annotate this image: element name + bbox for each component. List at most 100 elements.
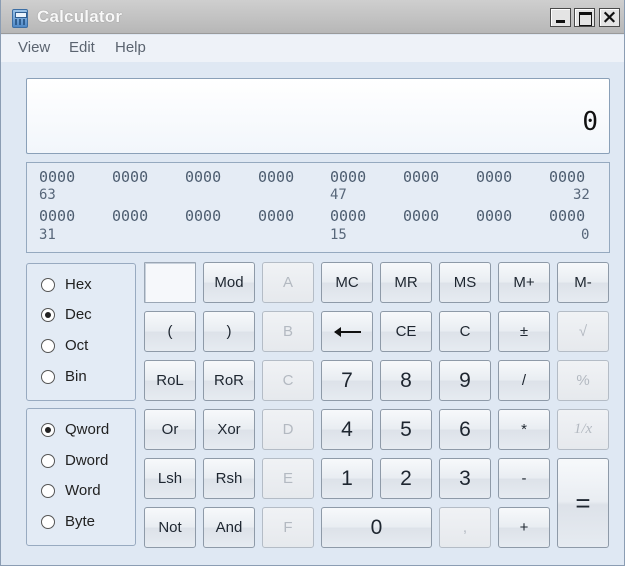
not-key[interactable]: Not [144, 507, 196, 548]
radio-circle[interactable] [41, 515, 55, 529]
memory-add-key[interactable]: M+ [498, 262, 550, 303]
radio-circle[interactable] [41, 278, 55, 292]
divide-key[interactable]: / [498, 360, 550, 401]
digit-9-key[interactable]: 9 [439, 360, 491, 401]
clear-entry-key[interactable]: CE [380, 311, 432, 352]
hex-d-key[interactable]: D [262, 409, 314, 450]
bit-position-label: 0 [581, 227, 590, 243]
radio-circle[interactable] [41, 454, 55, 468]
hex-e-key[interactable]: E [262, 458, 314, 499]
bit-nibble[interactable]: 0000 [330, 168, 366, 186]
bit-position-label: 63 [39, 187, 56, 203]
reciprocal-key[interactable]: 1/x [557, 409, 609, 450]
menu-help[interactable]: Help [115, 39, 146, 56]
hex-c-key[interactable]: C [262, 360, 314, 401]
bit-nibble[interactable]: 0000 [185, 207, 221, 225]
bit-nibble[interactable]: 0000 [403, 207, 439, 225]
radio-label: Qword [65, 421, 110, 438]
radio-label: Oct [65, 337, 89, 354]
bit-nibble[interactable]: 0000 [39, 168, 75, 186]
minimize-button[interactable] [550, 8, 571, 27]
radio-label: Dword [65, 452, 109, 469]
add-key[interactable]: + [498, 507, 550, 548]
open-paren-key[interactable]: ( [144, 311, 196, 352]
bit-position-label: 47 [330, 187, 347, 203]
bit-position-label: 31 [39, 227, 56, 243]
radio-label: Bin [65, 368, 87, 385]
radio-circle-selected[interactable] [41, 423, 55, 437]
close-paren-key[interactable]: ) [203, 311, 255, 352]
hex-f-key[interactable]: F [262, 507, 314, 548]
digit-1-key[interactable]: 1 [321, 458, 373, 499]
negate-key[interactable]: ± [498, 311, 550, 352]
bit-nibble[interactable]: 0000 [549, 207, 585, 225]
result-display: 0 [26, 78, 610, 154]
digit-6-key[interactable]: 6 [439, 409, 491, 450]
clear-key[interactable]: C [439, 311, 491, 352]
memory-store-key[interactable]: MS [439, 262, 491, 303]
digit-2-key[interactable]: 2 [380, 458, 432, 499]
word-size-group: Qword Dword Word Byte [26, 408, 136, 546]
bit-nibble[interactable]: 0000 [112, 168, 148, 186]
close-button[interactable]: × [599, 6, 620, 28]
maximize-button[interactable] [574, 8, 595, 27]
subtract-key[interactable]: - [498, 458, 550, 499]
calculator-window: Calculator × View Edit Help 0 0000 0000 … [0, 0, 625, 566]
title-bar[interactable]: Calculator × [1, 0, 624, 34]
right-shift-key[interactable]: Rsh [203, 458, 255, 499]
number-base-group: Hex Dec Oct Bin [26, 263, 136, 401]
or-key[interactable]: Or [144, 409, 196, 450]
menu-edit[interactable]: Edit [69, 39, 95, 56]
digit-8-key[interactable]: 8 [380, 360, 432, 401]
digit-5-key[interactable]: 5 [380, 409, 432, 450]
menu-view[interactable]: View [18, 39, 50, 56]
digit-7-key[interactable]: 7 [321, 360, 373, 401]
radio-label: Hex [65, 276, 92, 293]
square-root-key[interactable]: √ [557, 311, 609, 352]
bit-display: 0000 0000 0000 0000 0000 0000 0000 0000 … [26, 162, 610, 253]
bit-nibble[interactable]: 0000 [39, 207, 75, 225]
radio-label: Dec [65, 306, 92, 323]
bit-position-label: 15 [330, 227, 347, 243]
xor-key[interactable]: Xor [203, 409, 255, 450]
bit-nibble[interactable]: 0000 [258, 168, 294, 186]
blank-key [144, 262, 196, 303]
bit-nibble[interactable]: 0000 [330, 207, 366, 225]
radio-label: Word [65, 482, 101, 499]
hex-a-key[interactable]: A [262, 262, 314, 303]
hex-b-key[interactable]: B [262, 311, 314, 352]
bit-nibble[interactable]: 0000 [476, 207, 512, 225]
bit-nibble[interactable]: 0000 [185, 168, 221, 186]
memory-clear-key[interactable]: MC [321, 262, 373, 303]
radio-circle[interactable] [41, 370, 55, 384]
rotate-left-key[interactable]: RoL [144, 360, 196, 401]
bit-nibble[interactable]: 0000 [549, 168, 585, 186]
bit-nibble[interactable]: 0000 [258, 207, 294, 225]
equals-key[interactable]: = [557, 458, 609, 548]
memory-subtract-key[interactable]: M- [557, 262, 609, 303]
bit-nibble[interactable]: 0000 [112, 207, 148, 225]
left-shift-key[interactable]: Lsh [144, 458, 196, 499]
backspace-key[interactable] [321, 311, 373, 352]
bit-nibble[interactable]: 0000 [403, 168, 439, 186]
digit-3-key[interactable]: 3 [439, 458, 491, 499]
decimal-key[interactable]: , [439, 507, 491, 548]
menu-bar: View Edit Help [1, 35, 624, 62]
close-icon: × [601, 6, 618, 28]
memory-recall-key[interactable]: MR [380, 262, 432, 303]
radio-circle[interactable] [41, 339, 55, 353]
mod-key[interactable]: Mod [203, 262, 255, 303]
digit-0-key[interactable]: 0 [321, 507, 432, 548]
digit-4-key[interactable]: 4 [321, 409, 373, 450]
window-title: Calculator [37, 7, 123, 26]
radio-label: Byte [65, 513, 96, 530]
rotate-right-key[interactable]: RoR [203, 360, 255, 401]
bit-position-label: 32 [573, 187, 590, 203]
calculator-icon [12, 9, 28, 28]
and-key[interactable]: And [203, 507, 255, 548]
radio-circle-selected[interactable] [41, 308, 55, 322]
percent-key[interactable]: % [557, 360, 609, 401]
radio-circle[interactable] [41, 484, 55, 498]
bit-nibble[interactable]: 0000 [476, 168, 512, 186]
multiply-key[interactable]: * [498, 409, 550, 450]
